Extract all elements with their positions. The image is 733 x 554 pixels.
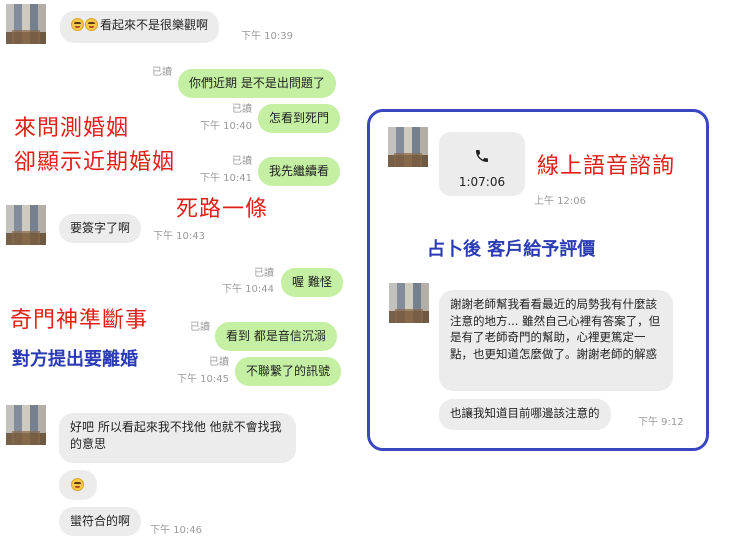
- annotation-text: 來問測婚姻: [14, 116, 130, 141]
- outgoing-message: 看到 都是音信沉溺: [215, 322, 337, 351]
- annotation-text: 死路一條: [176, 197, 269, 222]
- outgoing-message: 喔 難怪: [281, 268, 343, 297]
- message-time: 下午 10:46: [150, 525, 202, 536]
- voice-call-bubble[interactable]: 1:07:06: [439, 132, 525, 196]
- call-time: 上午 12:06: [534, 196, 586, 207]
- read-receipt: 已讀: [232, 104, 252, 115]
- message-text: 你們近期 是不是出問題了: [189, 76, 325, 90]
- call-duration: 1:07:06: [458, 175, 506, 189]
- message-text: 我先繼續看: [269, 164, 330, 178]
- incoming-message: 蠻符合的啊: [59, 507, 142, 536]
- incoming-message: 要簽字了啊: [59, 214, 142, 243]
- grinning-emoji-icon: [85, 18, 98, 31]
- outgoing-message: 不聯繫了的訊號: [235, 357, 342, 386]
- read-receipt: 已讀: [209, 357, 229, 368]
- avatar[interactable]: [6, 405, 46, 445]
- message-time: 下午 10:44: [222, 284, 274, 295]
- review-message: 謝謝老師幫我看看最近的局勢我有什麼該注意的地方... 雖然自己心裡有答案了，但是…: [439, 290, 673, 391]
- phone-icon: [476, 150, 488, 162]
- message-time: 下午 10:39: [241, 31, 293, 42]
- avatar[interactable]: [6, 205, 46, 245]
- message-text: 怎看到死門: [269, 111, 330, 125]
- annotation-text: 占卜後 客戶給予評價: [427, 239, 596, 260]
- message-time: 下午 10:45: [177, 374, 229, 385]
- message-time: 下午 10:41: [200, 173, 252, 184]
- incoming-emoji-message: [59, 470, 97, 500]
- incoming-message: 好吧 所以看起來我不找他 他就不會找我的意思: [59, 413, 296, 463]
- message-text: 謝謝老師幫我看看最近的局勢我有什麼該注意的地方... 雖然自己心裡有答案了，但是…: [450, 297, 661, 361]
- message-time: 下午 10:43: [153, 231, 205, 242]
- grinning-emoji-icon: [71, 18, 84, 31]
- avatar[interactable]: [389, 283, 429, 323]
- message-text: 不聯繫了的訊號: [246, 364, 331, 378]
- outgoing-message: 怎看到死門: [258, 104, 341, 133]
- annotation-text: 卻顯示近期婚姻: [14, 150, 176, 175]
- read-receipt: 已讀: [232, 156, 252, 167]
- message-text: 看起來不是很樂觀啊: [100, 18, 209, 32]
- message-time: 下午 10:40: [200, 121, 252, 132]
- annotation-text: 線上語音諮詢: [537, 154, 676, 179]
- message-text: 也讓我知道目前哪邊該注意的: [450, 406, 600, 420]
- grinning-emoji-icon: [71, 478, 84, 491]
- read-receipt: 已讀: [254, 268, 274, 279]
- annotation-text: 奇門神準斷事: [10, 308, 149, 333]
- incoming-message: 看起來不是很樂觀啊: [60, 11, 220, 43]
- outgoing-message: 我先繼續看: [258, 157, 341, 186]
- outgoing-message: 你們近期 是不是出問題了: [178, 69, 336, 98]
- read-receipt: 已讀: [152, 67, 172, 78]
- avatar[interactable]: [388, 127, 428, 167]
- read-receipt: 已讀: [190, 322, 210, 333]
- message-text: 好吧 所以看起來我不找他 他就不會找我的意思: [70, 420, 282, 451]
- message-text: 看到 都是音信沉溺: [226, 329, 326, 343]
- avatar[interactable]: [6, 4, 46, 44]
- message-text: 喔 難怪: [292, 275, 332, 289]
- message-time: 下午 9:12: [638, 417, 684, 428]
- message-text: 蠻符合的啊: [70, 514, 131, 528]
- review-message: 也讓我知道目前哪邊該注意的: [439, 399, 611, 430]
- annotation-text: 對方提出要離婚: [12, 349, 138, 370]
- message-text: 要簽字了啊: [70, 221, 131, 235]
